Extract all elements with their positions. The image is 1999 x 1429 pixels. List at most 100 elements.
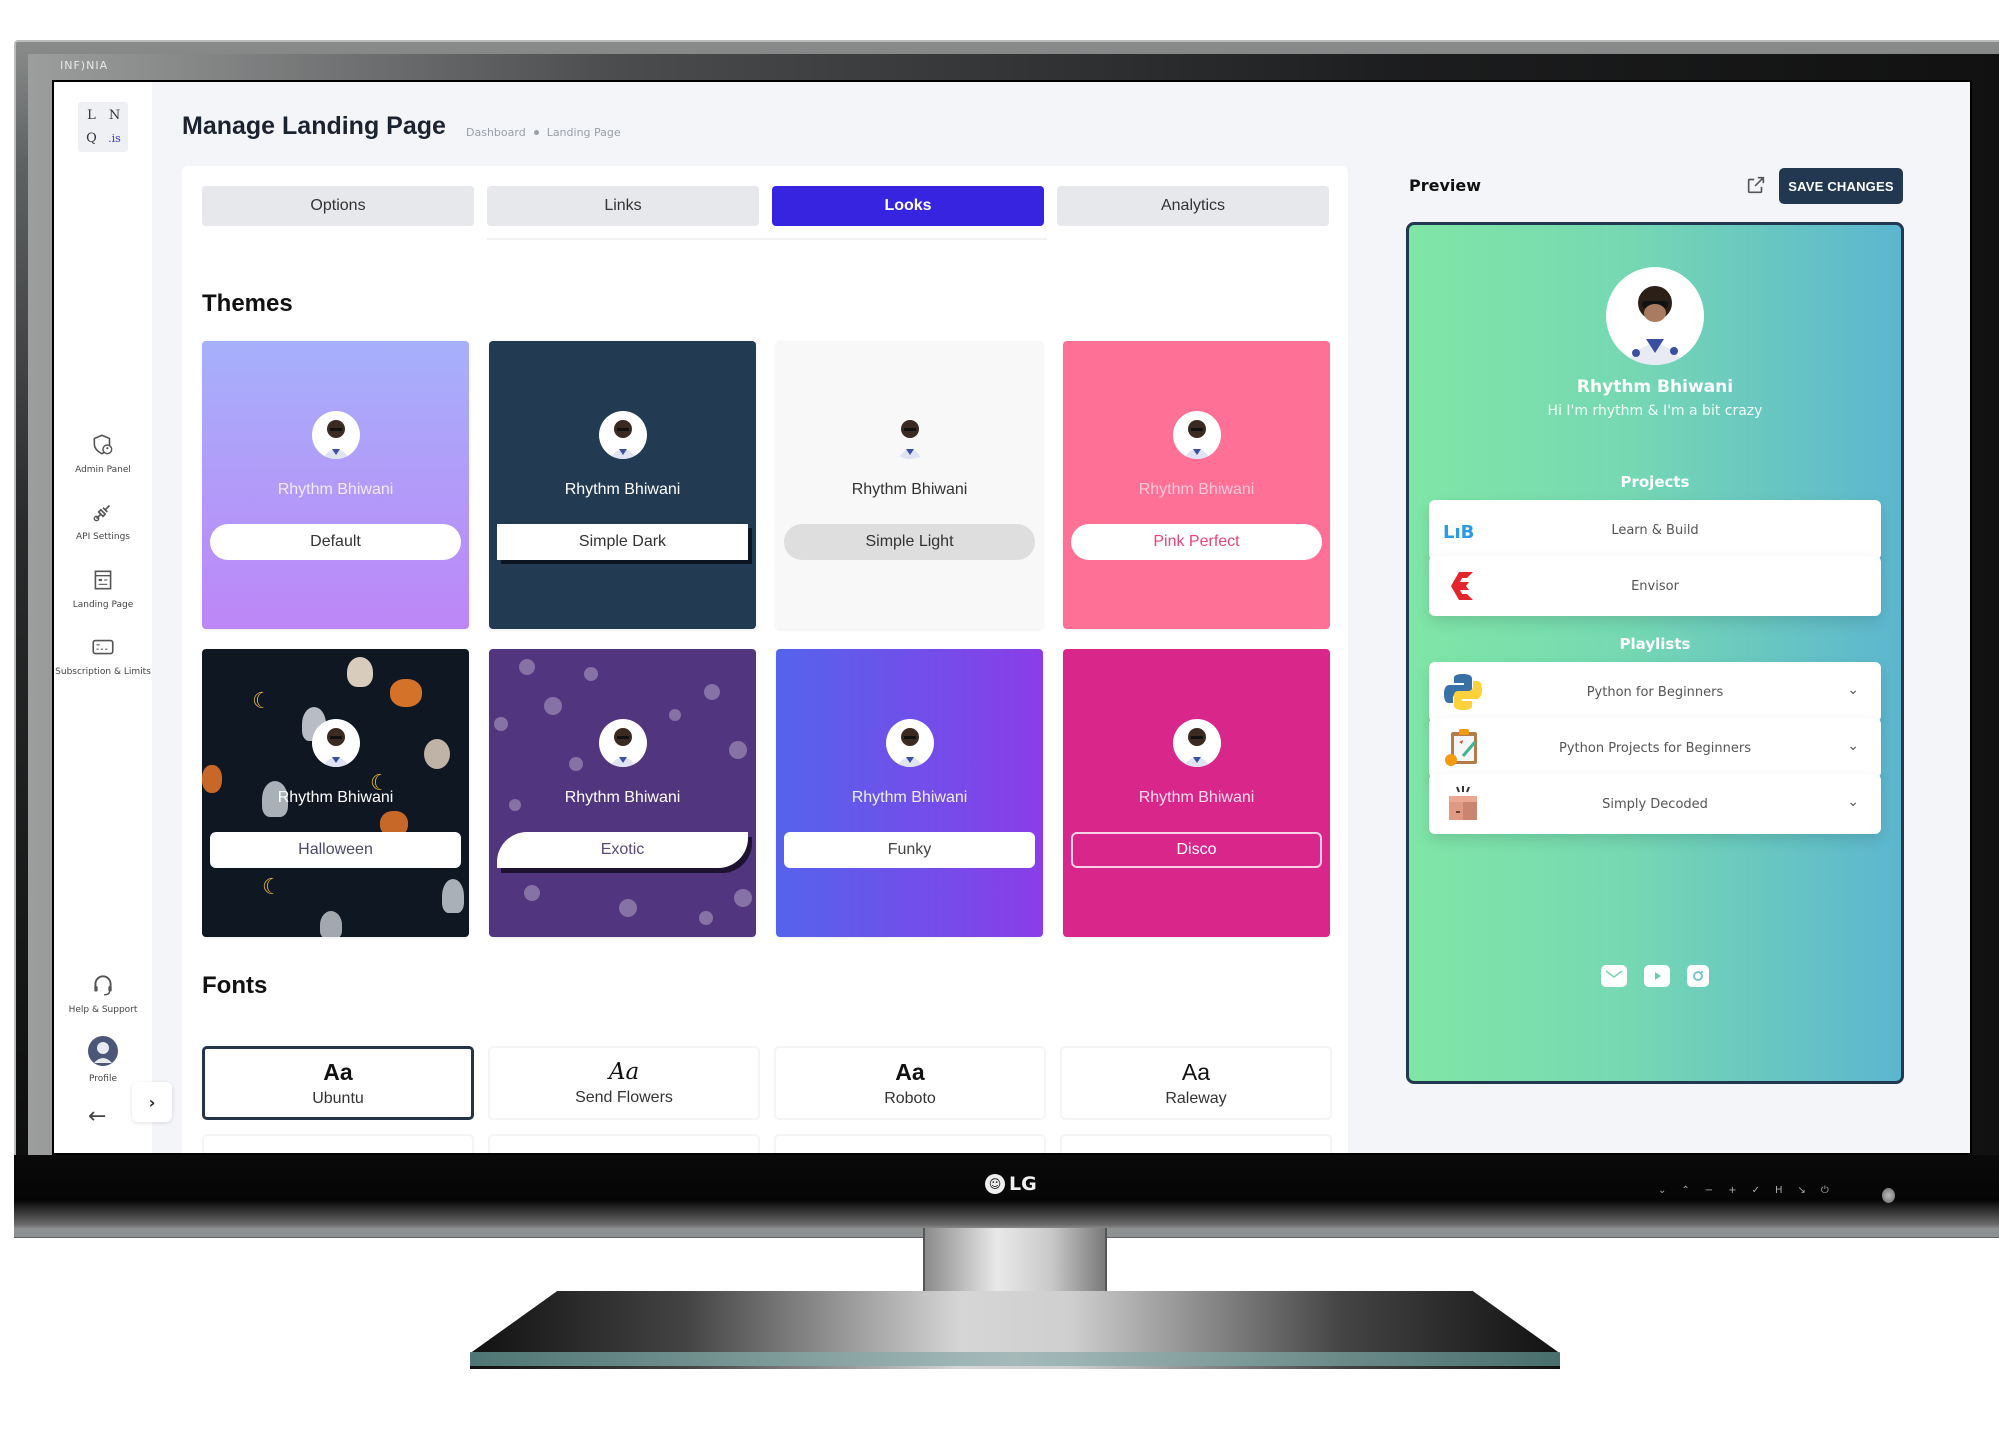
monitor-button-ok[interactable]: ✓ — [1752, 1185, 1760, 1196]
breadcrumb-separator — [533, 130, 539, 135]
logo-letter: Q — [86, 131, 97, 146]
breadcrumb-landing-page[interactable]: Landing Page — [547, 126, 621, 139]
sidebar-item-profile[interactable]: Profile — [54, 1035, 152, 1085]
instagram-icon[interactable] — [1687, 965, 1709, 987]
themes-grid: Rhythm Bhiwani Default Rhythm Bhiwani Si… — [202, 341, 1330, 937]
tab-options[interactable]: Options — [202, 186, 474, 226]
font-sample: Aa — [1181, 1058, 1211, 1085]
profile-avatar — [886, 411, 934, 459]
monitor-button-down[interactable]: ⌄ — [1658, 1185, 1666, 1196]
breadcrumb: Dashboard Landing Page — [466, 126, 621, 139]
theme-card-default[interactable]: Rhythm Bhiwani Default — [202, 341, 469, 629]
theme-card-exotic[interactable]: Rhythm Bhiwani Exotic — [489, 649, 756, 937]
font-card[interactable]: Aa — [1060, 1134, 1332, 1153]
theme-label: Simple Dark — [497, 524, 748, 560]
sidebar-item-label: Subscription & Limits — [55, 667, 151, 677]
font-card[interactable]: Aa — [774, 1134, 1046, 1153]
tab-looks[interactable]: Looks — [772, 186, 1044, 226]
project-link-learn-build[interactable]: LıB Learn & Build — [1429, 500, 1881, 560]
theme-profile-name: Rhythm Bhiwani — [851, 789, 968, 806]
sidebar-item-label: Help & Support — [68, 1005, 138, 1015]
playlists-heading: Playlists — [1619, 635, 1691, 653]
font-card-ubuntu[interactable]: Aa Ubuntu — [202, 1046, 474, 1120]
theme-profile-name: Rhythm Bhiwani — [564, 481, 681, 498]
youtube-icon[interactable] — [1644, 965, 1670, 987]
back-arrow-icon[interactable]: ← — [88, 1104, 106, 1129]
font-card-raleway[interactable]: Aa Raleway — [1060, 1046, 1332, 1120]
theme-profile-name: Rhythm Bhiwani — [1138, 481, 1255, 498]
theme-card-pink-perfect[interactable]: Rhythm Bhiwani Pink Perfect — [1063, 341, 1330, 629]
playlist-simply-decoded[interactable]: Simply Decoded ⌄ — [1429, 774, 1881, 834]
sidebar-item-subscription[interactable]: Subscription & Limits — [54, 634, 152, 678]
profile-avatar — [885, 719, 934, 767]
project-link-envisor[interactable]: Envisor — [1429, 556, 1881, 616]
fonts-heading: Fonts — [202, 972, 268, 999]
external-link-icon[interactable] — [1745, 174, 1767, 196]
chevron-down-icon[interactable]: ⌄ — [1847, 738, 1859, 754]
monitor-button-h[interactable]: H — [1775, 1185, 1783, 1196]
project-link-label: Envisor — [1631, 578, 1679, 594]
landing-page-icon — [94, 570, 112, 590]
profile-avatar — [1172, 719, 1221, 767]
theme-label: Funky — [784, 832, 1035, 868]
social-links — [1409, 965, 1901, 987]
chevron-down-icon[interactable]: ⌄ — [1847, 682, 1859, 698]
font-name: Ubuntu — [312, 1089, 364, 1107]
skull-decoration — [347, 657, 373, 687]
logo-letter: L — [87, 108, 96, 123]
theme-label: Exotic — [497, 832, 748, 868]
sidebar-item-api-settings[interactable]: API Settings — [54, 499, 152, 543]
breadcrumb-dashboard[interactable]: Dashboard — [466, 126, 526, 139]
sidebar-item-admin-panel[interactable]: Admin Panel — [54, 432, 152, 476]
monitor-button-up[interactable]: ⌃ — [1681, 1185, 1689, 1196]
font-card[interactable]: Aa — [202, 1134, 474, 1153]
preview-name: Rhythm Bhiwani — [1576, 377, 1734, 397]
font-sample: Aa — [608, 1059, 640, 1085]
playlist-label: Python Projects for Beginners — [1559, 740, 1751, 756]
sidebar-item-landing-page[interactable]: Landing Page — [54, 567, 152, 611]
monitor-button-input[interactable]: ↘ — [1797, 1185, 1805, 1196]
theme-profile-name: Rhythm Bhiwani — [851, 481, 968, 498]
theme-card-simple-dark[interactable]: Rhythm Bhiwani Simple Dark — [489, 341, 756, 629]
app-logo[interactable]: L N Q .is — [78, 102, 128, 152]
playlist-label: Simply Decoded — [1602, 796, 1708, 812]
bubble-decoration — [519, 659, 535, 675]
mail-icon[interactable] — [1601, 965, 1627, 987]
tab-divider — [487, 238, 1047, 240]
monitor-bottom-bezel — [14, 1155, 1999, 1237]
sidebar: L N Q .is Admin Panel API Settings Landi… — [54, 82, 152, 1153]
box-icon — [1449, 786, 1477, 820]
font-sample: Aa — [895, 1058, 925, 1085]
lib-logo-icon: LıB — [1443, 522, 1474, 543]
bubble-decoration — [584, 667, 598, 681]
bubble-decoration — [494, 717, 508, 731]
pumpkin-decoration — [390, 679, 422, 707]
playlist-python-beginners[interactable]: Python for Beginners ⌄ — [1429, 662, 1881, 722]
theme-card-halloween[interactable]: ☾ ☾ ☾ Rhythm Bhiwani Halloween — [202, 649, 469, 937]
tab-analytics[interactable]: Analytics — [1057, 186, 1329, 226]
font-card[interactable]: Aa — [488, 1134, 760, 1153]
theme-card-disco[interactable]: Rhythm Bhiwani Disco — [1063, 649, 1330, 937]
chevron-down-icon[interactable]: ⌄ — [1847, 794, 1859, 810]
font-name: Send Flowers — [575, 1089, 673, 1106]
sidebar-expand-button[interactable]: › — [132, 1082, 172, 1122]
monitor-button-plus[interactable]: + — [1728, 1185, 1736, 1196]
fonts-grid: Aa Ubuntu Aa Send Flowers Aa Roboto Aa R… — [202, 1046, 1332, 1153]
font-card-roboto[interactable]: Aa Roboto — [774, 1046, 1046, 1120]
playlist-python-projects[interactable]: Python Projects for Beginners ⌄ — [1429, 718, 1881, 778]
sidebar-item-label: API Settings — [75, 532, 130, 542]
monitor-power-button[interactable]: ⏻ — [1821, 1185, 1829, 1196]
sidebar-item-help-support[interactable]: Help & Support — [54, 972, 152, 1016]
tab-links[interactable]: Links — [487, 186, 759, 226]
bubble-decoration — [619, 899, 637, 917]
monitor-button-minus[interactable]: − — [1705, 1185, 1713, 1196]
looks-panel: Options Links Looks Analytics Themes Rhy… — [182, 166, 1348, 1153]
preview-phone: Rhythm Bhiwani Hi I'm rhythm & I'm a bit… — [1406, 222, 1904, 1084]
font-card-send-flowers[interactable]: Aa Send Flowers — [488, 1046, 760, 1120]
theme-card-funky[interactable]: Rhythm Bhiwani Funky — [776, 649, 1043, 937]
lg-logo: ☺ LG — [985, 1173, 1037, 1195]
moon-decoration: ☾ — [252, 689, 272, 714]
theme-card-simple-light[interactable]: Rhythm Bhiwani Simple Light — [776, 341, 1043, 629]
plug-icon — [93, 504, 111, 522]
save-changes-button[interactable]: SAVE CHANGES — [1779, 168, 1903, 204]
